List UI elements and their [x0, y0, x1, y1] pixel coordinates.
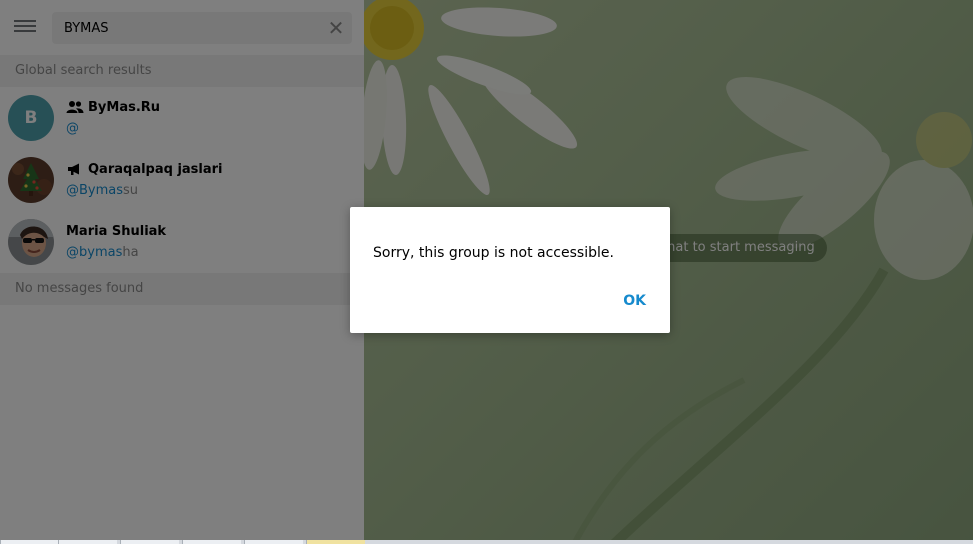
taskbar-item[interactable] [0, 540, 59, 544]
taskbar-item[interactable] [58, 540, 117, 544]
telegram-window: ✕ Global search results B ByMas.Ru @ [0, 0, 973, 544]
taskbar-item-active[interactable] [306, 540, 365, 544]
taskbar-item[interactable] [182, 540, 241, 544]
taskbar-item[interactable] [244, 540, 303, 544]
taskbar-item[interactable] [120, 540, 179, 544]
taskbar-strip [0, 540, 973, 544]
dialog-message: Sorry, this group is not accessible. [373, 245, 614, 261]
error-dialog: Sorry, this group is not accessible. OK [350, 207, 670, 333]
ok-button[interactable]: OK [623, 293, 646, 309]
